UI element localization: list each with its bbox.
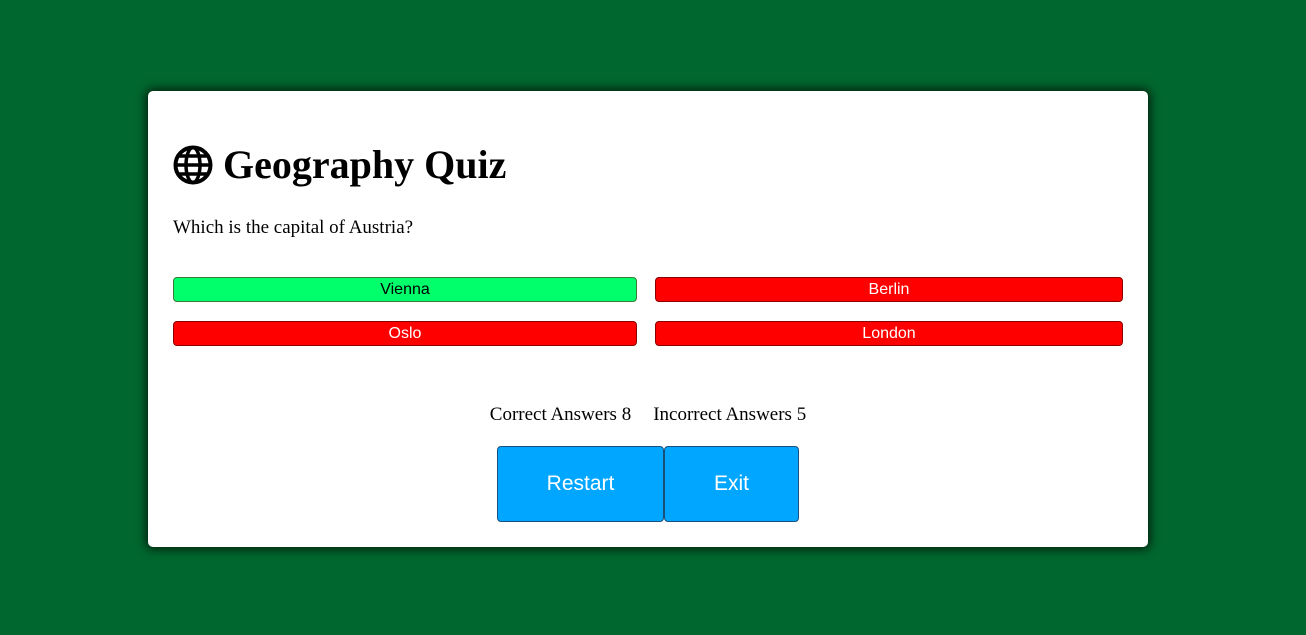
correct-answers-label: Correct Answers	[489, 404, 617, 425]
correct-answers-count: 8	[621, 404, 632, 425]
incorrect-answers-count: 5	[796, 404, 807, 425]
quiz-header: Geography Quiz	[173, 143, 506, 187]
incorrect-answers-label: Incorrect Answers	[653, 404, 792, 425]
question-text: Which is the capital of Austria?	[173, 217, 414, 238]
page-title: Geography Quiz	[223, 142, 507, 187]
globe-icon	[173, 145, 213, 185]
exit-button[interactable]: Exit	[664, 446, 799, 522]
restart-button[interactable]: Restart	[497, 446, 664, 522]
answer-button-oslo[interactable]: Oslo	[173, 321, 637, 346]
answer-button-vienna[interactable]: Vienna	[173, 277, 637, 302]
score-summary: Correct Answers 8 Incorrect Answers 5	[148, 403, 1148, 427]
quiz-card: Geography Quiz Which is the capital of A…	[148, 91, 1148, 547]
answer-button-london[interactable]: London	[655, 321, 1123, 346]
answer-button-berlin[interactable]: Berlin	[655, 277, 1123, 302]
